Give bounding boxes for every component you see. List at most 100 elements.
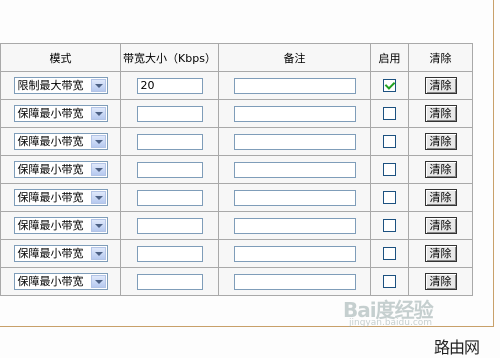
clear-button[interactable]: 清除: [424, 161, 457, 178]
enable-checkbox[interactable]: [383, 163, 396, 177]
header-bandwidth: 带宽大小（Kbps）: [120, 43, 219, 72]
clear-cell: 清除: [408, 239, 473, 268]
bandwidth-input[interactable]: [136, 133, 203, 150]
clear-button[interactable]: 清除: [424, 133, 457, 150]
header-clear: 清除: [408, 43, 473, 72]
mode-select-value: 保障最小带宽: [17, 275, 84, 288]
table-header-row: 模式 带宽大小（Kbps） 备注 启用 清除: [0, 43, 473, 72]
table-row: 限制最大带宽 20 清除: [0, 71, 473, 100]
chevron-down-icon[interactable]: [90, 79, 106, 92]
mode-cell: 保障最小带宽: [0, 267, 121, 296]
clear-button[interactable]: 清除: [424, 245, 457, 262]
note-input[interactable]: [233, 161, 356, 178]
header-mode: 模式: [0, 43, 121, 72]
bandwidth-input[interactable]: [136, 273, 203, 290]
enabled-cell: [370, 155, 409, 184]
mode-cell: 限制最大带宽: [0, 71, 121, 100]
mode-select[interactable]: 保障最小带宽: [13, 133, 108, 150]
enable-checkbox[interactable]: [383, 79, 396, 93]
bandwidth-cell: [120, 239, 219, 268]
note-cell: [218, 155, 371, 184]
mode-cell: 保障最小带宽: [0, 211, 121, 240]
mode-select[interactable]: 保障最小带宽: [13, 105, 108, 122]
enable-checkbox[interactable]: [383, 275, 396, 289]
mode-select[interactable]: 保障最小带宽: [13, 245, 108, 262]
bandwidth-rules-table: 模式 带宽大小（Kbps） 备注 启用 清除 限制最大带宽 20 清除 保障最小带宽清…: [0, 43, 473, 296]
clear-cell: 清除: [408, 183, 473, 212]
table-row: 保障最小带宽 清除: [0, 183, 473, 212]
mode-select-value: 保障最小带宽: [17, 163, 84, 176]
enabled-cell: [370, 267, 409, 296]
clear-button[interactable]: 清除: [424, 77, 457, 94]
chevron-down-icon[interactable]: [90, 191, 106, 204]
bandwidth-input[interactable]: [136, 189, 203, 206]
note-input[interactable]: [233, 133, 356, 150]
watermark-url: jingyan.baidu.com: [349, 318, 433, 328]
mode-select-value: 保障最小带宽: [17, 219, 84, 232]
bandwidth-input[interactable]: 20: [136, 77, 203, 94]
enabled-cell: [370, 183, 409, 212]
bandwidth-cell: [120, 183, 219, 212]
enable-checkbox[interactable]: [383, 219, 396, 233]
mode-select-value: 保障最小带宽: [17, 191, 84, 204]
note-input[interactable]: [233, 217, 356, 234]
clear-cell: 清除: [408, 99, 473, 128]
mode-cell: 保障最小带宽: [0, 239, 121, 268]
note-cell: [218, 127, 371, 156]
clear-cell: 清除: [408, 155, 473, 184]
note-input[interactable]: [233, 77, 356, 94]
mode-select[interactable]: 保障最小带宽: [13, 161, 108, 178]
mode-cell: 保障最小带宽: [0, 155, 121, 184]
clear-button[interactable]: 清除: [424, 105, 457, 122]
bandwidth-cell: [120, 127, 219, 156]
note-cell: [218, 99, 371, 128]
chevron-down-icon[interactable]: [90, 135, 106, 148]
note-cell: [218, 71, 371, 100]
table-row: 保障最小带宽 清除: [0, 267, 473, 296]
right-border-line: [493, 0, 494, 326]
mode-select[interactable]: 保障最小带宽: [13, 189, 108, 206]
mode-select-value: 保障最小带宽: [17, 135, 84, 148]
bandwidth-input[interactable]: [136, 217, 203, 234]
note-input[interactable]: [233, 273, 356, 290]
chevron-down-icon[interactable]: [90, 247, 106, 260]
bandwidth-cell: 20: [120, 71, 219, 100]
enable-checkbox[interactable]: [383, 247, 396, 261]
enable-checkbox[interactable]: [383, 135, 396, 149]
enabled-cell: [370, 211, 409, 240]
mode-cell: 保障最小带宽: [0, 99, 121, 128]
enable-checkbox[interactable]: [383, 191, 396, 205]
bandwidth-input[interactable]: [136, 105, 203, 122]
clear-button[interactable]: 清除: [424, 217, 457, 234]
table-row: 保障最小带宽 清除: [0, 99, 473, 128]
chevron-down-icon[interactable]: [90, 275, 106, 288]
bandwidth-input[interactable]: [136, 245, 203, 262]
note-input[interactable]: [233, 105, 356, 122]
table-row: 保障最小带宽 清除: [0, 239, 473, 268]
note-input[interactable]: [233, 189, 356, 206]
enabled-cell: [370, 239, 409, 268]
mode-select[interactable]: 限制最大带宽: [13, 77, 108, 94]
enabled-cell: [370, 71, 409, 100]
clear-button[interactable]: 清除: [424, 273, 457, 290]
mode-select[interactable]: 保障最小带宽: [13, 273, 108, 290]
mode-select[interactable]: 保障最小带宽: [13, 217, 108, 234]
chevron-down-icon[interactable]: [90, 219, 106, 232]
chevron-down-icon[interactable]: [90, 163, 106, 176]
enable-checkbox[interactable]: [383, 107, 396, 121]
mode-select-value: 限制最大带宽: [17, 79, 84, 92]
bandwidth-cell: [120, 211, 219, 240]
note-cell: [218, 183, 371, 212]
bandwidth-cell: [120, 155, 219, 184]
note-input[interactable]: [233, 245, 356, 262]
table-row: 保障最小带宽 清除: [0, 127, 473, 156]
clear-button[interactable]: 清除: [424, 189, 457, 206]
mode-cell: 保障最小带宽: [0, 127, 121, 156]
clear-cell: 清除: [408, 211, 473, 240]
enabled-cell: [370, 127, 409, 156]
chevron-down-icon[interactable]: [90, 107, 106, 120]
bandwidth-input[interactable]: [136, 161, 203, 178]
baidu-jingyan-watermark: Bai度经验 jingyan.baidu.com: [343, 294, 453, 334]
header-enabled: 启用: [370, 43, 409, 72]
clear-cell: 清除: [408, 267, 473, 296]
